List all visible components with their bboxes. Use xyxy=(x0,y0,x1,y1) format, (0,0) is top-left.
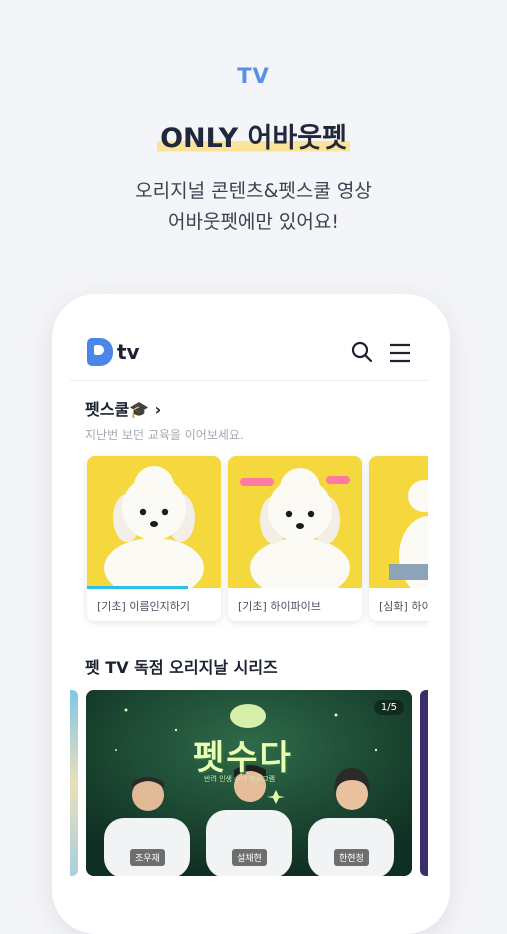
app-header: tv xyxy=(70,312,428,381)
dog-thumbnail xyxy=(87,456,221,598)
series-section-title: 펫 TV 독점 오리지날 시리즈 xyxy=(85,658,278,677)
host-nametag: 한현정 xyxy=(334,849,369,866)
petschool-subtitle: 지난번 보던 교육을 이어보세요. xyxy=(85,428,244,442)
dog-thumbnail xyxy=(228,456,362,598)
banner-pager: 1/5 xyxy=(373,700,404,715)
series-banner[interactable]: 1/5 펫수다 반려 인생 수다 프로그램 조우재 설채현 한현정 xyxy=(86,690,412,876)
host-nametag: 조우재 xyxy=(130,849,165,866)
search-icon[interactable] xyxy=(350,340,374,364)
next-banner-peek[interactable] xyxy=(420,690,428,876)
promo-subtitle-line1: 오리지널 콘텐츠&펫스쿨 영상 xyxy=(135,180,372,202)
menu-icon[interactable] xyxy=(388,342,412,364)
banner-show-title: 펫수다 xyxy=(193,738,293,778)
prev-banner-peek[interactable] xyxy=(70,690,78,876)
promo-subtitle: 오리지널 콘텐츠&펫스쿨 영상 어바웃펫에만 있어요! xyxy=(0,176,507,238)
promo-subtitle-line2: 어바웃펫에만 있어요! xyxy=(168,211,339,233)
logo-mark-icon xyxy=(87,338,113,366)
card-caption: [심화] 하이 xyxy=(379,600,428,613)
petschool-title-link[interactable]: 펫스쿨🎓 › xyxy=(85,396,161,420)
watch-progress-bar xyxy=(87,586,188,589)
promo-title: ONLY 어바웃펫 xyxy=(0,116,507,155)
petschool-card[interactable]: [심화] 하이 xyxy=(369,456,428,621)
host-nametag: 설채현 xyxy=(232,849,267,866)
banner-show-subtitle: 반려 인생 수다 프로그램 xyxy=(204,775,276,783)
app-screen: tv 펫스쿨🎓 › 지난번 보던 교육을 이어보세요. [기초] 이름인지하기 xyxy=(70,312,428,912)
dog-thumbnail xyxy=(369,456,428,596)
card-caption: [기초] 이름인지하기 xyxy=(97,600,191,613)
petschool-card[interactable]: [기초] 이름인지하기 xyxy=(87,456,221,621)
petschool-card[interactable]: [기초] 하이파이브 xyxy=(228,456,362,621)
logo-text: tv xyxy=(117,340,140,364)
promo-title-text: ONLY 어바웃펫 xyxy=(157,123,350,154)
card-caption: [기초] 하이파이브 xyxy=(238,600,321,613)
promo-label: TV xyxy=(237,64,270,88)
